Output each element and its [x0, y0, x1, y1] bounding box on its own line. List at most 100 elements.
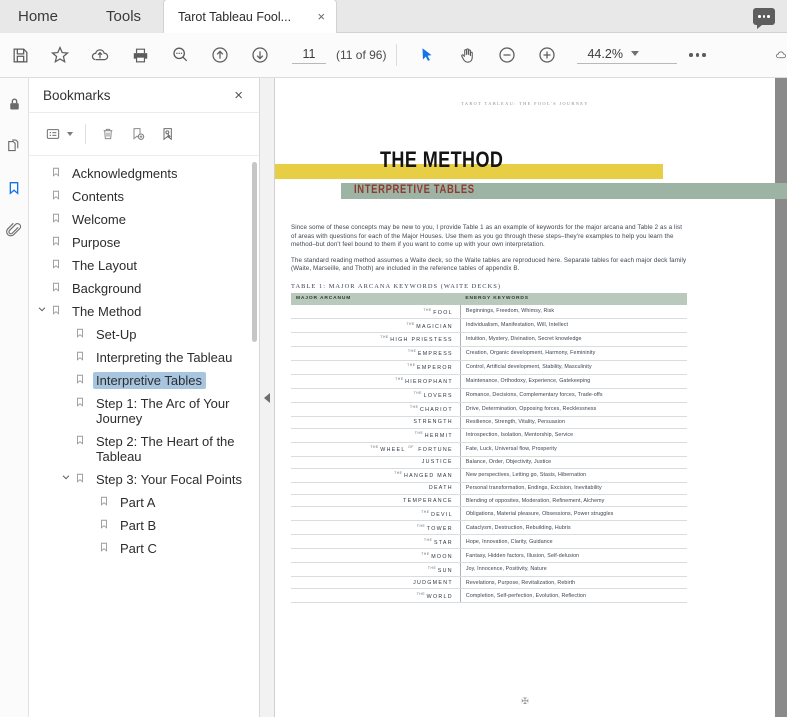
- bookmark-item[interactable]: Acknowledgments: [29, 162, 259, 185]
- arcanum-keywords: Hope, Innovation, Clarity, Guidance: [460, 534, 687, 550]
- arcanum-name: THE EMPRESS: [291, 346, 461, 361]
- bookmark-item[interactable]: Interpretive Tables: [29, 369, 259, 392]
- bookmark-item[interactable]: Step 1: The Arc of Your Journey: [29, 392, 259, 430]
- bookmark-label: The Layout: [72, 258, 138, 273]
- attachments-paperclip-icon[interactable]: [2, 218, 26, 242]
- bookmark-item[interactable]: Purpose: [29, 231, 259, 254]
- tab-home-label: Home: [18, 8, 59, 25]
- bookmark-label: Interpreting the Tableau: [96, 350, 233, 365]
- arcanum-name: DEATH: [291, 482, 461, 496]
- arcanum-keywords: Fate, Luck, Universal flow, Prosperity: [460, 442, 687, 457]
- table-row: THE HIEROPHANT Maintenance, Orthodoxy, Exp…: [291, 374, 687, 389]
- bookmark-options-icon[interactable]: [39, 120, 67, 148]
- bookmark-label: Purpose: [72, 235, 121, 250]
- bookmark-tree[interactable]: Acknowledgments Contents Welcome Purpose The…: [29, 156, 259, 717]
- arcanum-name: THE WORLD: [291, 588, 461, 604]
- bookmark-item[interactable]: Set-Up: [29, 323, 259, 346]
- pdf-page: TAROT TABLEAU: THE FOOL'S JOURNEY THE ME…: [275, 78, 787, 717]
- bookmark-item[interactable]: Background: [29, 277, 259, 300]
- close-icon[interactable]: ×: [230, 86, 247, 105]
- hand-icon[interactable]: [447, 33, 487, 77]
- twisty-placeholder: [33, 188, 51, 189]
- partial-cloud-icon[interactable]: [761, 33, 787, 77]
- bookmark-label: Background: [72, 281, 142, 296]
- arcanum-name: THE TOWER: [291, 520, 461, 536]
- collapse-panel-handle[interactable]: [260, 78, 275, 717]
- print-icon[interactable]: [120, 33, 160, 77]
- chevron-down-icon[interactable]: [33, 303, 51, 314]
- twisty-placeholder: [33, 165, 51, 166]
- bookmark-icon[interactable]: [2, 176, 26, 200]
- tab-document[interactable]: Tarot Tableau Fool... ×: [163, 0, 338, 33]
- page-number-input[interactable]: 11: [292, 47, 326, 64]
- chevron-down-icon: [630, 51, 639, 56]
- bookmark-item[interactable]: Part A: [29, 491, 259, 514]
- arcanum-keywords: Balance, Order, Objectivity, Justice: [460, 456, 687, 469]
- bookmark-select-icon[interactable]: [154, 120, 182, 148]
- bookmark-label: Acknowledgments: [72, 166, 178, 181]
- chevron-down-icon[interactable]: [57, 471, 75, 482]
- bookmark-icon: [51, 257, 69, 270]
- delete-bookmark-icon[interactable]: [94, 120, 122, 148]
- bookmark-icon: [75, 372, 93, 385]
- bookmark-item[interactable]: Step 3: Your Focal Points: [29, 468, 259, 491]
- bookmarks-toolbar-separator: [85, 124, 86, 144]
- plus-circle-icon[interactable]: [527, 33, 567, 77]
- page-thumbnails-icon[interactable]: [2, 134, 26, 158]
- bookmark-item[interactable]: Part C: [29, 537, 259, 560]
- arcanum-keywords: Obligations, Material pleasure, Obsessio…: [460, 506, 687, 522]
- security-lock-icon[interactable]: [2, 92, 26, 116]
- search-icon[interactable]: [160, 33, 200, 77]
- document-viewport[interactable]: TAROT TABLEAU: THE FOOL'S JOURNEY THE ME…: [275, 78, 787, 717]
- table-header-row: MAJOR ARCANUM ENERGY KEYWORDS: [291, 292, 687, 305]
- upload-cloud-icon[interactable]: [80, 33, 120, 77]
- bookmarks-panel-title: Bookmarks: [43, 87, 111, 103]
- bookmark-item[interactable]: Welcome: [29, 208, 259, 231]
- twisty-placeholder: [81, 494, 99, 495]
- arcanum-keywords: Revelations, Purpose, Revitalization, Re…: [460, 576, 687, 590]
- table-row: THE HERMIT Introspection, Isolation, Mento…: [291, 428, 687, 443]
- bookmark-icon: [75, 433, 93, 446]
- bookmarks-scrollbar[interactable]: [252, 162, 257, 342]
- bookmark-icon: [75, 326, 93, 339]
- bookmark-item[interactable]: Step 2: The Heart of the Tableau: [29, 430, 259, 468]
- tab-bar: Home Tools Tarot Tableau Fool... ×: [0, 0, 787, 33]
- zoom-level-select[interactable]: 44.2%: [577, 47, 678, 64]
- table-row: TEMPERANCE Blending of opposites, Moderat…: [291, 494, 687, 508]
- table-row: DEATH Personal transformation, Endings, E…: [291, 482, 687, 496]
- arrow-up-circle-icon[interactable]: [200, 33, 240, 77]
- bookmark-label: Part A: [120, 495, 156, 510]
- bookmark-item[interactable]: The Method: [29, 300, 259, 323]
- chevron-down-icon[interactable]: [67, 132, 73, 136]
- arcanum-name: THE MAGICIAN: [291, 318, 461, 333]
- tab-document-label: Tarot Tableau Fool...: [178, 9, 292, 24]
- new-bookmark-icon[interactable]: [124, 120, 152, 148]
- close-tab-icon[interactable]: ×: [314, 8, 328, 25]
- bookmark-icon: [75, 395, 93, 408]
- page-content: Since some of these concepts may be new …: [275, 180, 775, 604]
- arcanum-name: THE FOOL: [291, 304, 461, 319]
- minus-circle-icon[interactable]: [487, 33, 527, 77]
- comment-bubble-icon[interactable]: [753, 8, 775, 29]
- bookmark-item[interactable]: The Layout: [29, 254, 259, 277]
- toolbar-right-group: [761, 33, 787, 77]
- cursor-arrow-icon[interactable]: [407, 33, 447, 77]
- twisty-placeholder: [33, 211, 51, 212]
- arrow-down-circle-icon[interactable]: [240, 33, 280, 77]
- twisty-placeholder: [57, 326, 75, 327]
- tab-tools[interactable]: Tools: [84, 0, 164, 33]
- arcanum-keywords: Resilience, Strength, Vitality, Persuasi…: [460, 416, 687, 429]
- star-icon[interactable]: [40, 33, 80, 77]
- arcanum-name: JUDGMENT: [291, 576, 461, 590]
- bookmark-item[interactable]: Interpreting the Tableau: [29, 346, 259, 369]
- ellipsis-icon[interactable]: [677, 33, 717, 77]
- page-title: THE METHOD: [380, 147, 504, 172]
- arcanum-name: THE HIGH PRIESTESS: [291, 332, 461, 347]
- twisty-placeholder: [81, 540, 99, 541]
- tab-home[interactable]: Home: [0, 0, 85, 33]
- bookmark-item[interactable]: Contents: [29, 185, 259, 208]
- arcanum-name: THE HIEROPHANT: [291, 374, 461, 389]
- save-icon[interactable]: [0, 33, 40, 77]
- arcanum-keywords: Fantasy, Hidden factors, Illusion, Self-…: [460, 548, 687, 564]
- bookmark-item[interactable]: Part B: [29, 514, 259, 537]
